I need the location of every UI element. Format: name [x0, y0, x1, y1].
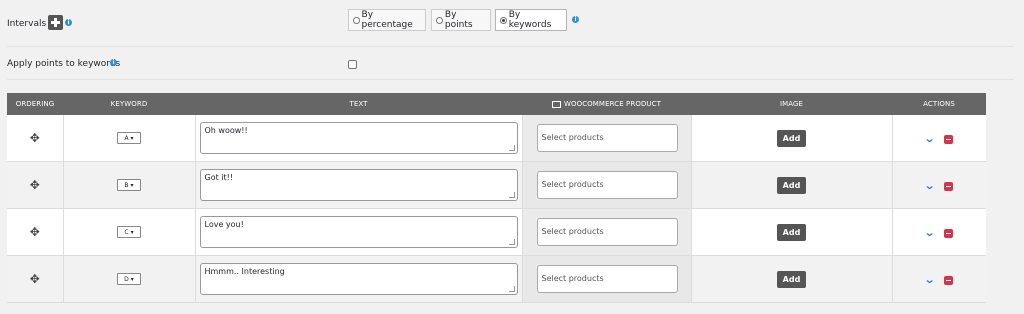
radio-icon: [436, 16, 443, 24]
text-cell: Hmmm.. Interesting: [194, 255, 522, 303]
table-row: ✥ D ▾ Hmmm.. Interesting Select products …: [7, 255, 986, 303]
text-cell: Oh woow!!: [194, 115, 522, 162]
ordering-cell: ✥: [7, 161, 63, 209]
keyword-value: A: [124, 134, 129, 142]
ordering-cell: ✥: [7, 115, 63, 162]
add-image-button[interactable]: Add: [776, 223, 807, 241]
keyword-cell: A ▾: [62, 115, 195, 162]
header-actions: ACTIONS: [892, 93, 986, 115]
text-input[interactable]: Hmmm.. Interesting: [199, 263, 518, 295]
product-cell: Select products: [521, 255, 691, 303]
text-cell: Got it!!: [194, 161, 522, 209]
info-icon[interactable]: i: [65, 19, 72, 26]
remove-icon[interactable]: [944, 134, 954, 144]
product-select[interactable]: Select products: [536, 218, 678, 246]
remove-icon[interactable]: [944, 181, 954, 191]
add-interval-button[interactable]: [48, 15, 63, 30]
image-cell: Add: [690, 255, 892, 303]
product-select[interactable]: Select products: [536, 124, 678, 152]
move-icon[interactable]: ✥: [30, 226, 40, 238]
chevron-down-icon[interactable]: ⌄: [924, 132, 936, 145]
chevron-down-icon: ▾: [130, 181, 134, 189]
text-cell: Love you!: [194, 208, 522, 256]
apply-points-label: Apply points to keywords: [7, 59, 121, 69]
chevron-down-icon: ▾: [130, 134, 134, 142]
chevron-down-icon[interactable]: ⌄: [924, 273, 936, 286]
radio-label: By points: [444, 10, 473, 30]
woocommerce-icon: [551, 100, 561, 108]
keyword-value: D: [124, 275, 129, 283]
product-select[interactable]: Select products: [536, 265, 678, 293]
intervals-label: Intervals: [7, 19, 47, 29]
table-header-row: ORDERING KEYWORD TEXT WOOCOMMERCE PRODUC…: [7, 93, 986, 115]
move-icon[interactable]: ✥: [30, 179, 40, 191]
header-product-label: WOOCOMMERCE PRODUCT: [563, 100, 662, 108]
text-input[interactable]: Love you!: [199, 216, 518, 248]
move-icon[interactable]: ✥: [30, 273, 40, 285]
text-input[interactable]: Oh woow!!: [199, 122, 518, 154]
keyword-cell: D ▾: [62, 255, 195, 303]
chevron-down-icon[interactable]: ⌄: [924, 179, 936, 192]
text-input[interactable]: Got it!!: [199, 169, 518, 201]
keyword-value: B: [124, 181, 129, 189]
actions-cell: ⌄: [891, 161, 986, 209]
header-text: TEXT: [195, 93, 522, 115]
ordering-cell: ✥: [7, 255, 63, 303]
keyword-select[interactable]: D ▾: [117, 273, 141, 285]
remove-icon[interactable]: [944, 275, 954, 285]
actions-cell: ⌄: [891, 115, 986, 162]
table-row: ✥ B ▾ Got it!! Select products Add ⌄: [7, 161, 986, 209]
header-ordering: ORDERING: [7, 93, 63, 115]
radio-by-points[interactable]: By points: [431, 9, 491, 31]
keyword-value: C: [124, 228, 129, 236]
add-image-button[interactable]: Add: [776, 176, 807, 194]
radio-icon: [353, 16, 360, 24]
radio-by-keywords[interactable]: By keywords: [495, 9, 567, 31]
keyword-select[interactable]: C ▾: [117, 226, 141, 238]
actions-cell: ⌄: [891, 208, 986, 256]
product-cell: Select products: [521, 208, 691, 256]
add-image-button[interactable]: Add: [776, 270, 807, 288]
product-select[interactable]: Select products: [536, 171, 678, 199]
radio-by-percentage[interactable]: By percentage: [348, 9, 426, 31]
radio-label: By percentage: [361, 10, 413, 30]
table-row: ✥ C ▾ Love you! Select products Add ⌄: [7, 208, 986, 256]
image-cell: Add: [690, 208, 892, 256]
radio-checked-icon: [500, 16, 507, 24]
chevron-down-icon: ▾: [130, 228, 134, 236]
header-image: IMAGE: [691, 93, 892, 115]
image-cell: Add: [690, 115, 892, 162]
ordering-cell: ✥: [7, 208, 63, 256]
remove-icon[interactable]: [944, 228, 954, 238]
header-keyword: KEYWORD: [63, 93, 195, 115]
product-cell: Select products: [521, 161, 691, 209]
image-cell: Add: [690, 161, 892, 209]
keywords-table: ORDERING KEYWORD TEXT WOOCOMMERCE PRODUC…: [7, 93, 986, 303]
keyword-select[interactable]: A ▾: [117, 132, 141, 144]
move-icon[interactable]: ✥: [30, 132, 40, 144]
radio-label: By keywords: [508, 10, 552, 30]
apply-points-checkbox[interactable]: [348, 60, 357, 69]
info-icon[interactable]: i: [110, 59, 117, 66]
header-product: WOOCOMMERCE PRODUCT: [522, 93, 691, 115]
table-row: ✥ A ▾ Oh woow!! Select products Add ⌄: [7, 115, 986, 162]
actions-cell: ⌄: [891, 255, 986, 303]
product-cell: Select products: [521, 115, 691, 162]
keyword-cell: C ▾: [62, 208, 195, 256]
divider: [7, 46, 1014, 47]
info-icon[interactable]: i: [572, 16, 579, 23]
keyword-cell: B ▾: [62, 161, 195, 209]
chevron-down-icon[interactable]: ⌄: [924, 226, 936, 239]
add-image-button[interactable]: Add: [776, 129, 807, 147]
divider: [7, 79, 1014, 80]
chevron-down-icon: ▾: [130, 275, 134, 283]
keyword-select[interactable]: B ▾: [117, 179, 141, 191]
